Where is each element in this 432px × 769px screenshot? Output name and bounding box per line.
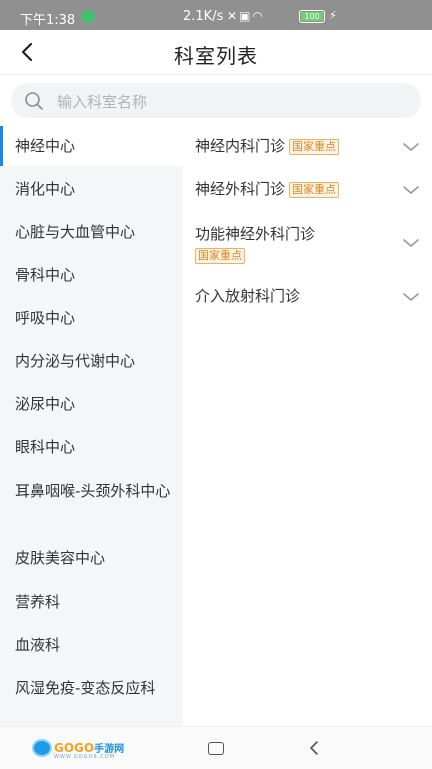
- search-bar: [11, 83, 421, 120]
- page-title: 科室列表: [174, 44, 258, 68]
- charging-icon: ⚡: [329, 9, 337, 22]
- department-item[interactable]: 血液科: [0, 633, 183, 673]
- home-button[interactable]: [208, 742, 224, 755]
- national-key-badge: 国家重点: [289, 138, 340, 155]
- clinic-name: 神经内科门诊: [195, 137, 286, 155]
- battery-icon: 100: [299, 10, 325, 23]
- clinic-list: 神经内科门诊 国家重点 神经外科门诊 国家重点 功能神经外科门诊 国家重点 介入放射…: [183, 126, 432, 726]
- wifi-icon: ◠: [252, 9, 265, 23]
- wechat-notification-icon: [82, 11, 94, 22]
- clinic-item[interactable]: 功能神经外科门诊 国家重点: [183, 212, 432, 276]
- status-time: 下午1:38: [20, 13, 76, 28]
- department-label: 消化中心: [15, 180, 76, 198]
- department-label: 呼吸中心: [15, 309, 76, 327]
- department-item[interactable]: 眼科中心: [0, 427, 183, 467]
- chevron-down-icon[interactable]: [401, 140, 421, 154]
- department-label: 耳鼻咽喉-头颈外科中心: [15, 482, 171, 500]
- department-list: 神经中心 消化中心 心脏与大血管中心 骨科中心 呼吸中心 内分泌与代谢中心 泌尿…: [0, 126, 183, 726]
- department-item[interactable]: 皮肤美容中心: [0, 546, 183, 586]
- clinic-item[interactable]: 神经内科门诊 国家重点: [183, 126, 432, 169]
- logo-mark-icon: [32, 739, 52, 757]
- chevron-down-icon[interactable]: [401, 236, 421, 250]
- department-item[interactable]: 营养科: [0, 590, 183, 630]
- department-item[interactable]: 泌尿中心: [0, 384, 183, 424]
- chevron-down-icon[interactable]: [401, 183, 421, 197]
- clinic-name: 功能神经外科门诊: [195, 225, 316, 243]
- department-label: 风湿免疫-变态反应科: [15, 679, 156, 697]
- national-key-badge: 国家重点: [195, 248, 245, 264]
- department-item[interactable]: 骨科中心: [0, 255, 183, 295]
- sim-icon: ▣: [239, 9, 253, 23]
- clinic-item[interactable]: 神经外科门诊 国家重点: [183, 169, 432, 212]
- department-item[interactable]: 风湿免疫-变态反应科: [0, 676, 183, 726]
- clinic-name: 神经外科门诊: [195, 180, 286, 198]
- bottom-navigation-bar: GOGO手游网 WWW.GOGO8.COM: [0, 726, 432, 769]
- department-item[interactable]: 神经中心: [0, 126, 183, 166]
- department-item[interactable]: 内分泌与代谢中心: [0, 341, 183, 381]
- department-label: 营养科: [15, 593, 61, 611]
- department-label: 神经中心: [15, 137, 76, 155]
- department-label: 心脏与大血管中心: [15, 223, 136, 241]
- chevron-down-icon[interactable]: [401, 290, 421, 304]
- status-bar: 下午1:38 2.1K/s ✕▣◠ 100 ⚡: [0, 0, 432, 30]
- department-label: 血液科: [15, 636, 61, 654]
- department-item[interactable]: 心脏与大血管中心: [0, 212, 183, 252]
- header: 科室列表: [0, 30, 432, 75]
- clinic-item[interactable]: 介入放射科门诊: [183, 276, 432, 319]
- battery-level: 100: [304, 12, 320, 21]
- department-label: 皮肤美容中心: [15, 549, 106, 567]
- gogo-watermark-logo: GOGO手游网 WWW.GOGO8.COM: [32, 737, 128, 760]
- system-back-button[interactable]: [306, 739, 322, 757]
- mute-icon: ✕: [227, 9, 240, 23]
- department-label: 骨科中心: [15, 266, 76, 284]
- department-item[interactable]: 消化中心: [0, 169, 183, 209]
- department-item[interactable]: 耳鼻咽喉-头颈外科中心: [0, 479, 183, 529]
- network-speed: 2.1K/s: [183, 9, 224, 24]
- status-icons: ✕▣◠: [227, 9, 265, 23]
- department-label: 内分泌与代谢中心: [15, 352, 136, 370]
- logo-url: WWW.GOGO8.COM: [54, 754, 115, 760]
- logo-main-text: GOGO: [54, 741, 95, 755]
- search-icon: [25, 92, 43, 110]
- department-item[interactable]: 呼吸中心: [0, 298, 183, 338]
- national-key-badge: 国家重点: [289, 181, 340, 198]
- search-input[interactable]: [55, 83, 399, 120]
- clinic-name: 介入放射科门诊: [195, 287, 301, 305]
- department-label: 泌尿中心: [15, 395, 76, 413]
- department-label: 眼科中心: [15, 438, 76, 456]
